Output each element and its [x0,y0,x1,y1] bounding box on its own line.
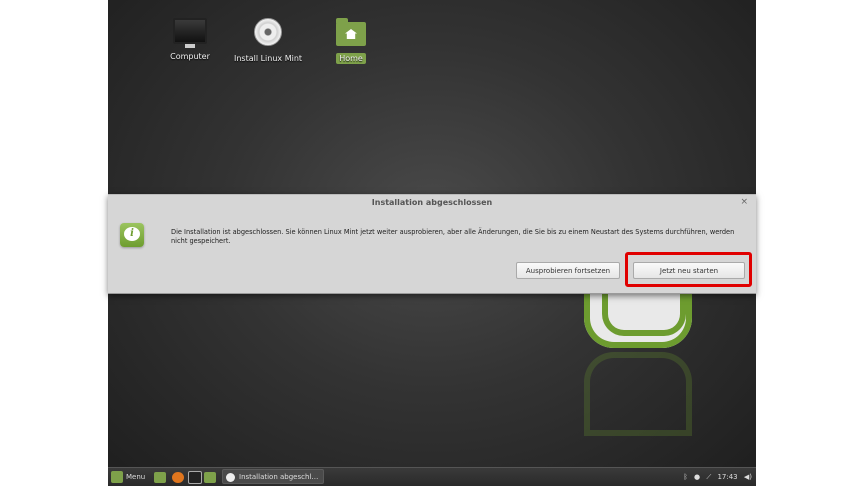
desktop-icon-label: Computer [170,52,210,61]
computer-icon [173,18,207,48]
dialog-title: Installation abgeschlossen [371,198,493,207]
folder-icon [204,471,216,483]
logo-reflection [584,352,692,436]
bottom-panel: Menu Installation abgeschl… ᛒ ● ⟋ 17:43 … [108,467,756,486]
desktop-icon-install[interactable]: Install Linux Mint [226,18,310,65]
user-icon[interactable]: ● [694,473,700,481]
menu-button[interactable]: Menu [111,470,145,484]
clock[interactable]: 17:43 [717,473,737,481]
firefox-launcher[interactable] [172,470,184,484]
continue-trying-button[interactable]: Ausprobieren fortsetzen [516,262,620,279]
volume-icon[interactable]: ◀) [744,473,752,481]
close-icon[interactable]: × [740,197,748,207]
files-launcher[interactable] [204,470,216,484]
desktop-icon-home[interactable]: Home [309,18,393,65]
firefox-icon [172,471,184,483]
dialog-titlebar[interactable]: Installation abgeschlossen × [108,195,756,211]
desktop-icon-computer[interactable]: Computer [148,18,232,63]
disc-icon [254,18,282,46]
show-desktop-launcher[interactable] [154,470,166,484]
home-folder-icon [336,18,366,46]
terminal-launcher[interactable] [188,470,202,484]
menu-label: Menu [126,473,146,481]
show-desktop-icon [154,471,166,483]
desktop-icon-label: Install Linux Mint [233,54,303,63]
info-icon: i [120,223,144,247]
mint-menu-icon [111,471,123,483]
system-tray: ᛒ ● ⟋ 17:43 ◀) [680,470,752,484]
dialog-message: Die Installation ist abgeschlossen. Sie … [171,228,735,245]
network-icon[interactable]: ⟋ [706,473,711,481]
restart-button-highlight [625,252,752,287]
terminal-icon [188,470,202,484]
desktop-icon-label: Home [336,53,366,64]
taskbar-window-installation[interactable]: Installation abgeschl… [222,469,324,484]
bluetooth-icon[interactable]: ᛒ [684,473,688,481]
